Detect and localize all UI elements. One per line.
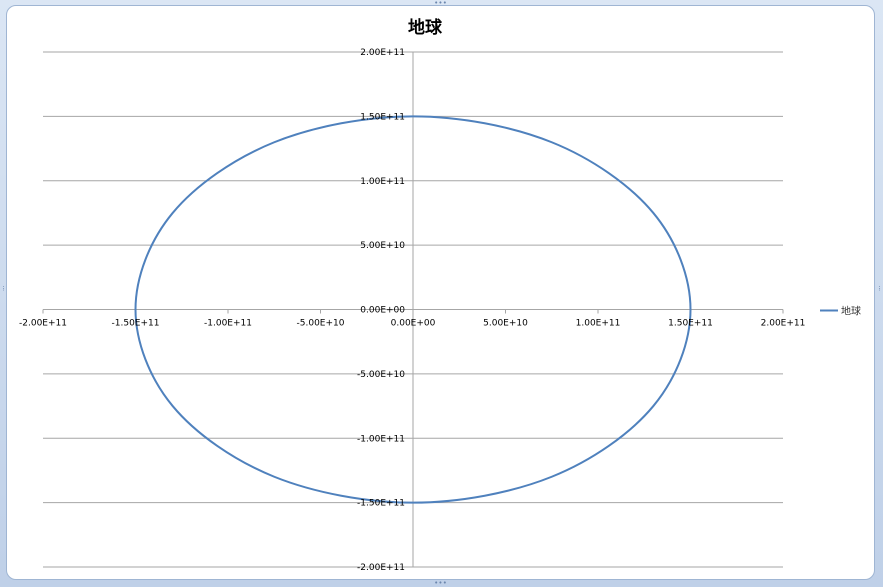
x-tick-label: 0.00E+00 [391, 319, 436, 329]
x-tick-label: -1.50E+11 [112, 319, 160, 329]
chart-title: 地球 [408, 17, 443, 38]
y-tick-label: -1.00E+11 [357, 434, 405, 444]
resize-handle-bottom[interactable]: • • • [434, 580, 447, 587]
y-tick-label: -2.00E+11 [357, 563, 405, 573]
y-tick-label: -5.00E+10 [357, 370, 405, 380]
x-tick-label: 1.50E+11 [668, 319, 713, 329]
x-tick-label: 5.00E+10 [483, 319, 528, 329]
y-tick-label: 1.00E+11 [360, 177, 405, 187]
legend-label-earth: 地球 [841, 305, 861, 318]
y-tick-label: 5.00E+10 [360, 241, 405, 251]
tick-labels: 2.00E+11 1.50E+11 1.00E+11 5.00E+10 0.00E+00… [19, 48, 805, 573]
chart-svg: 2.00E+11 1.50E+11 1.00E+11 5.00E+10 0.00E+00… [19, 17, 861, 573]
x-tick-label: -1.00E+11 [204, 319, 252, 329]
y-tick-label: -1.50E+11 [357, 499, 405, 509]
x-tick-label: 2.00E+11 [761, 319, 806, 329]
legend[interactable]: 地球 [820, 305, 861, 318]
resize-handle-top[interactable]: • • • [434, 0, 447, 7]
x-tick-label: -2.00E+11 [19, 319, 67, 329]
y-tick-label: 1.50E+11 [360, 112, 405, 122]
x-tick-label: -5.00E+10 [297, 319, 345, 329]
y-tick-label: 2.00E+11 [360, 48, 405, 58]
x-tick-label: 1.00E+11 [576, 319, 621, 329]
chart-area[interactable]: 2.00E+11 1.50E+11 1.00E+11 5.00E+10 0.00E+00… [6, 5, 875, 580]
resize-handle-left[interactable]: ⁝ [0, 286, 6, 299]
resize-handle-right[interactable]: ⁝ [876, 286, 882, 299]
chart-window: 2.00E+11 1.50E+11 1.00E+11 5.00E+10 0.00E+00… [0, 0, 883, 587]
y-tick-label: 0.00E+00 [360, 306, 405, 316]
